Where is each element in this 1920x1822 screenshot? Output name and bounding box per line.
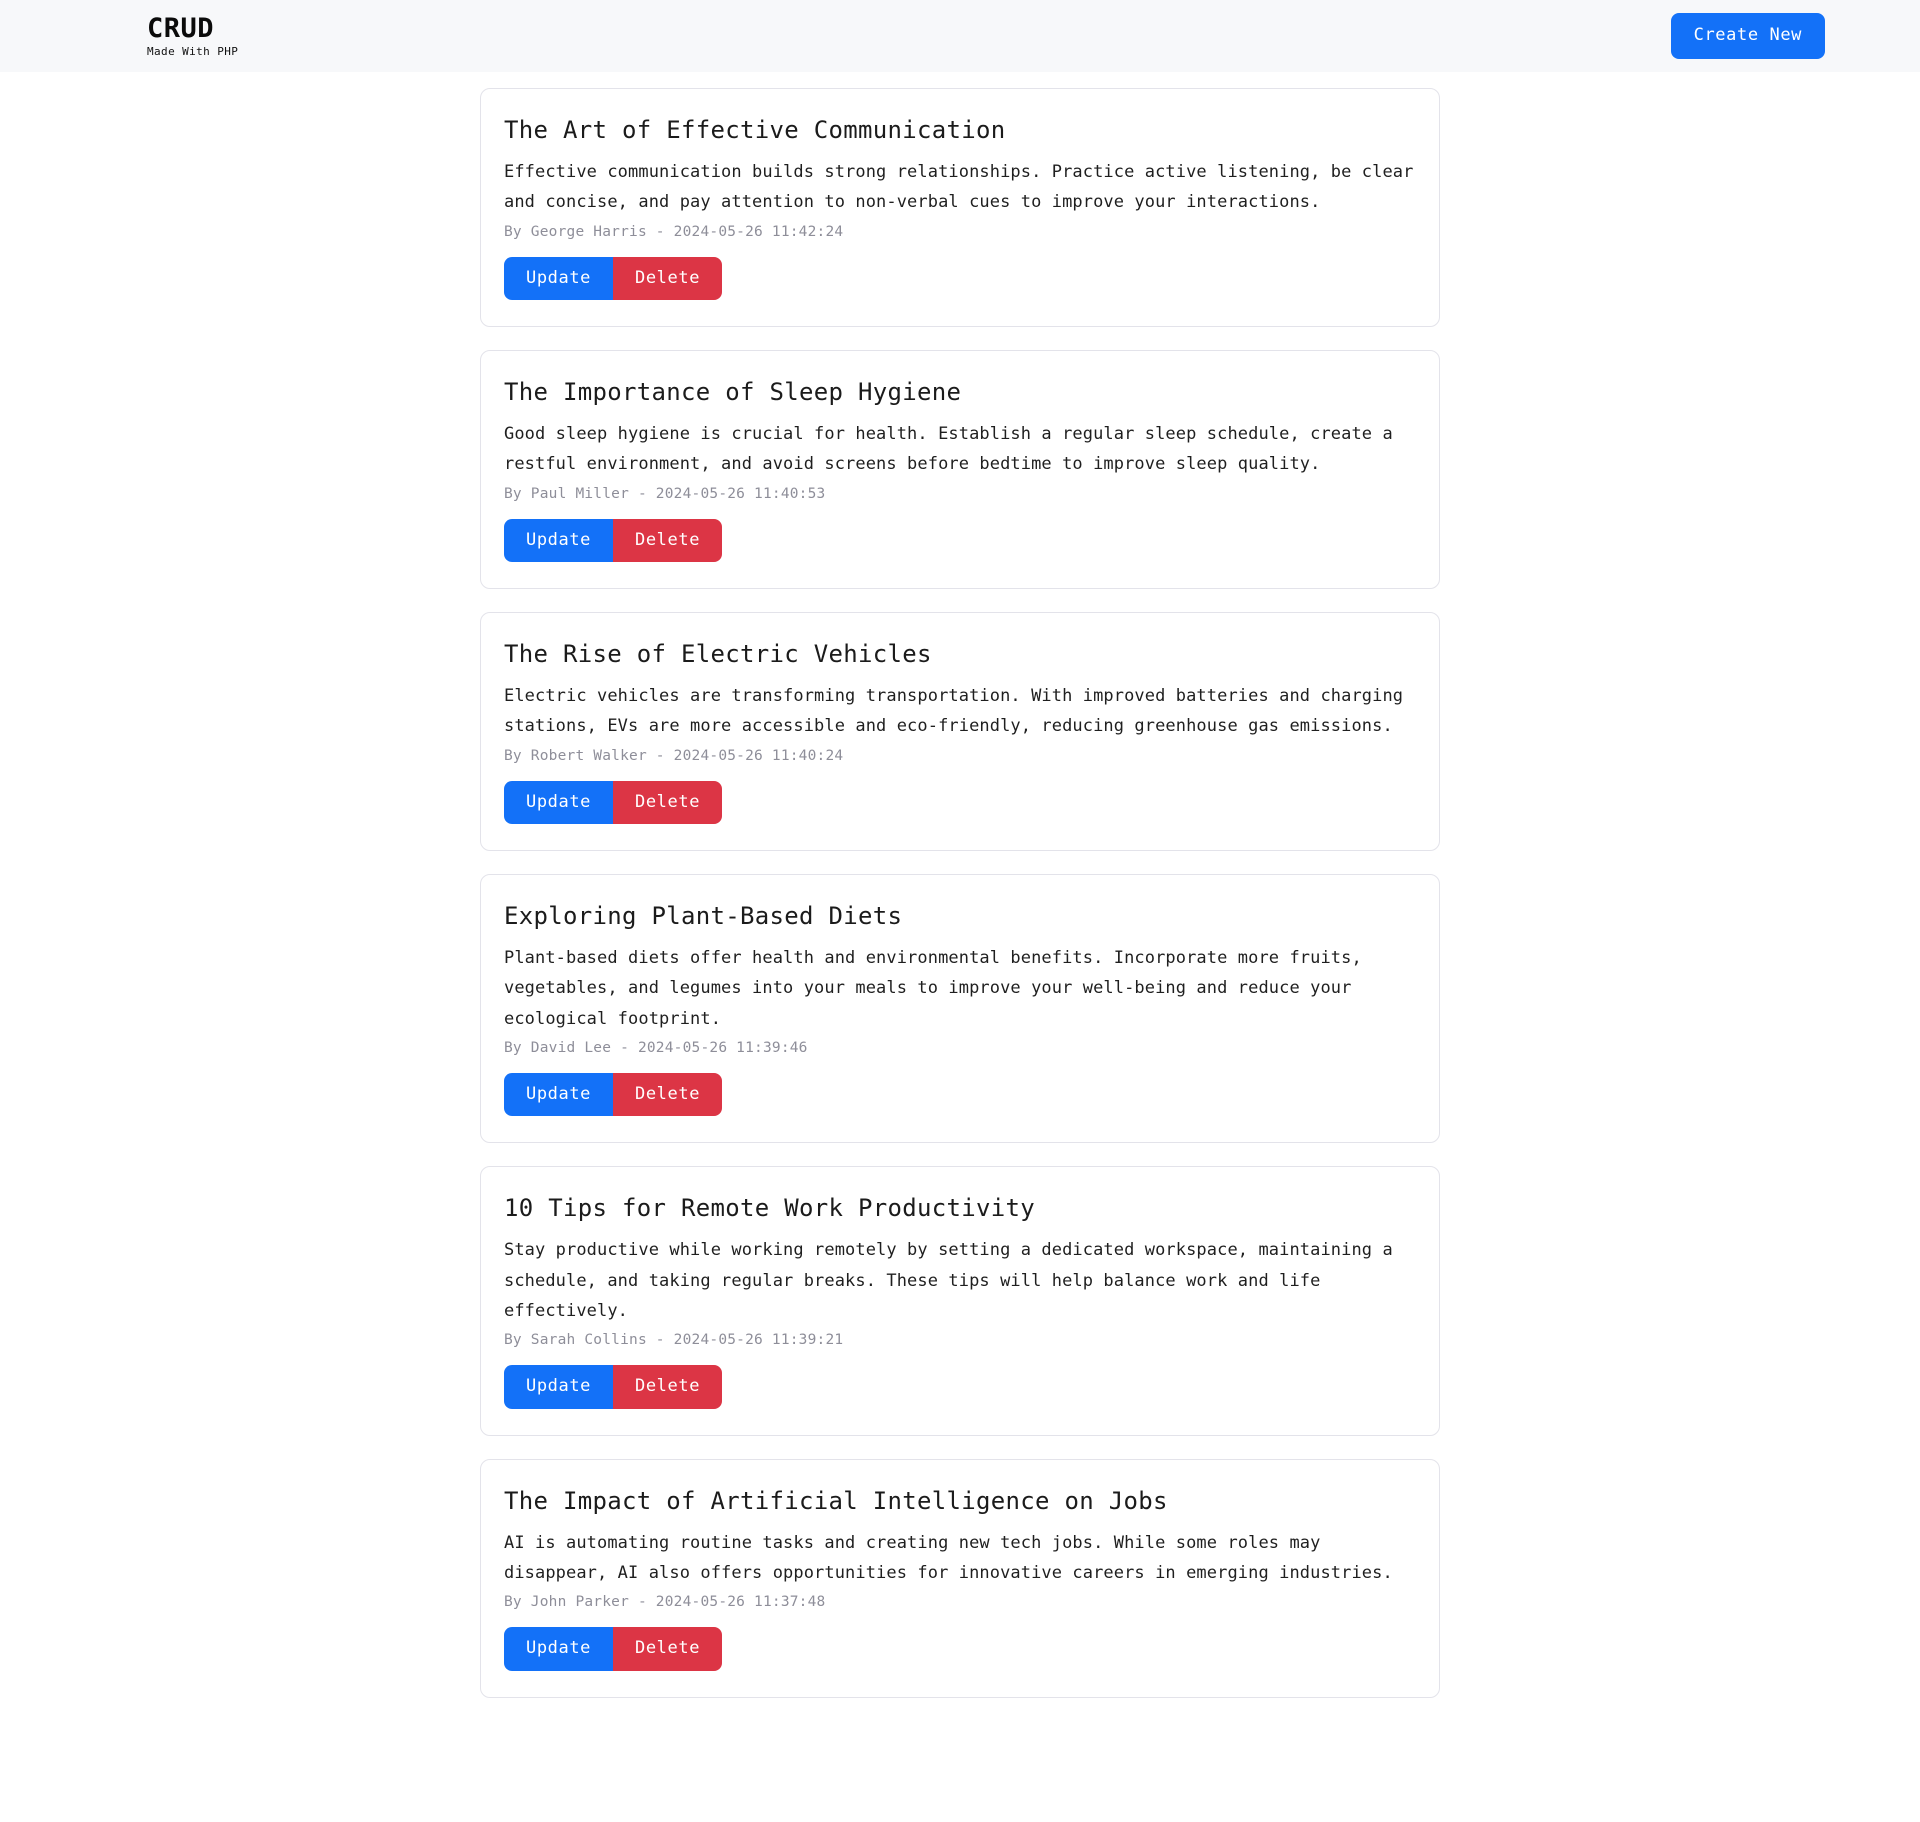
post-card: The Rise of Electric Vehicles Electric ve… [480,612,1440,852]
post-title: The Art of Effective Communication [504,116,1006,144]
brand-subtitle: Made With PHP [147,45,239,58]
brand-logo[interactable]: CRUD Made With PHP [147,15,238,57]
post-card: The Importance of Sleep Hygiene Good slee… [480,350,1440,590]
brand-title: CRUD [147,13,215,44]
post-body: Good sleep hygiene is crucial for health… [504,424,1393,475]
post-list: The Art of Effective Communication Effect… [0,72,1920,1733]
post-body: Electric vehicles are transforming trans… [504,686,1404,737]
create-new-button[interactable]: Create New [1670,13,1825,59]
post-meta: By George Harris - 2024-05-26 11:42:24 [504,223,844,240]
update-button[interactable]: Update [504,518,614,563]
post-meta: By David Lee - 2024-05-26 11:39:46 [504,1039,808,1056]
post-actions: Update Delete [504,1627,723,1671]
post-card: 10 Tips for Remote Work Productivity Stay… [480,1166,1440,1436]
post-card: The Impact of Artificial Intelligence on… [480,1458,1440,1698]
post-body: Plant-based diets offer health and envir… [504,948,1362,1029]
update-button[interactable]: Update [504,1072,614,1117]
delete-button[interactable]: Delete [613,1365,723,1409]
update-button[interactable]: Update [504,780,614,825]
delete-button[interactable]: Delete [613,780,723,825]
top-navbar: CRUD Made With PHP Create New [0,0,1920,72]
post-title: The Impact of Artificial Intelligence on… [504,1486,1168,1515]
post-body: AI is automating routine tasks and creat… [504,1532,1393,1583]
post-meta: By John Parker - 2024-05-26 11:37:48 [504,1594,826,1611]
delete-button[interactable]: Delete [613,1627,723,1671]
delete-button[interactable]: Delete [613,518,723,563]
post-actions: Update Delete [504,780,723,825]
delete-button[interactable]: Delete [613,1072,723,1117]
post-title: 10 Tips for Remote Work Productivity [504,1194,1035,1223]
post-actions: Update Delete [504,1072,723,1117]
post-title: Exploring Plant-Based Diets [504,902,903,931]
post-meta: By Paul Miller - 2024-05-26 11:40:53 [504,485,826,502]
post-title: The Importance of Sleep Hygiene [504,378,962,407]
post-title: The Rise of Electric Vehicles [504,640,932,669]
post-card: Exploring Plant-Based Diets Plant-based d… [480,874,1440,1144]
update-button[interactable]: Update [504,256,614,301]
update-button[interactable]: Update [504,1365,614,1409]
post-body: Effective communication builds strong re… [504,162,1414,213]
post-body: Stay productive while working remotely b… [504,1240,1393,1321]
update-button[interactable]: Update [504,1627,614,1671]
post-actions: Update Delete [504,518,723,563]
post-meta: By Robert Walker - 2024-05-26 11:40:24 [504,747,844,764]
post-card: The Art of Effective Communication Effect… [480,88,1440,328]
post-actions: Update Delete [504,256,723,301]
post-meta: By Sarah Collins - 2024-05-26 11:39:21 [504,1332,844,1349]
post-actions: Update Delete [504,1365,723,1409]
delete-button[interactable]: Delete [613,256,723,301]
